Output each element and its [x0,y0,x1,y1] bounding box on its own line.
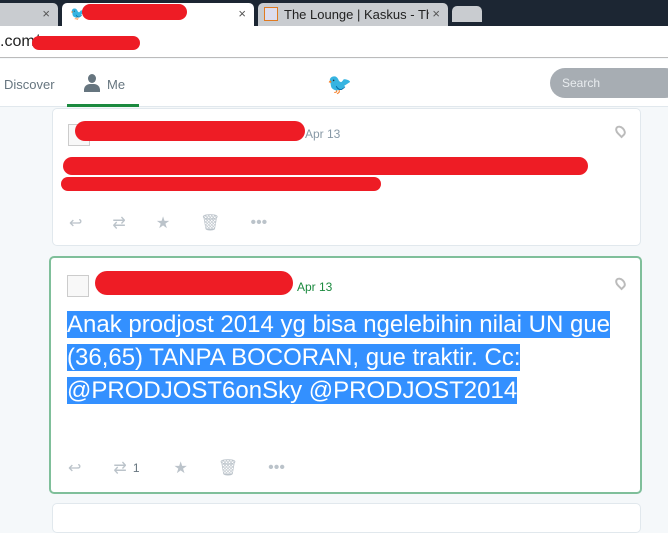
favorite-icon[interactable]: ★ [156,213,170,233]
delete-icon[interactable]: 🗑 [218,458,238,478]
reply-icon[interactable]: ↩ [69,213,82,233]
nav-me[interactable]: Me [67,59,139,107]
tweet-card[interactable] [52,503,641,533]
nav-discover[interactable]: Discover [4,77,55,92]
more-icon[interactable]: ••• [268,459,285,477]
browser-tab-twitter[interactable]: 🐦 S × [62,3,254,26]
browser-tab[interactable]: × [0,3,58,26]
tab-title: The Lounge | Kaskus - The [284,7,441,22]
tweet-actions: ↩ ⇄ ★ 🗑 ••• [69,213,267,233]
location-pin-icon[interactable] [613,275,628,291]
close-tab-icon[interactable]: × [42,6,50,21]
tweet-card[interactable]: Apr 13 ↩ ⇄ ★ 🗑 ••• [52,108,641,246]
tweet-date[interactable]: Apr 13 [305,127,340,141]
retweet-icon[interactable]: ⇄ [112,213,125,233]
redaction [75,121,305,141]
redaction [63,157,588,175]
redaction [32,36,140,50]
close-tab-icon[interactable]: × [238,6,246,21]
browser-tab-kaskus[interactable]: The Lounge | Kaskus - The × [258,3,448,26]
new-tab-button[interactable] [452,6,482,22]
redaction [95,271,293,295]
redaction [61,177,381,191]
selected-text: Anak prodjost 2014 yg bisa ngelebihin ni… [67,311,611,404]
more-icon[interactable]: ••• [250,214,267,232]
address-bar[interactable]: .com/ [0,26,668,58]
kaskus-favicon-icon [264,7,278,21]
twitter-nav: Discover Me 🐦 Search [0,59,668,107]
twitter-logo-icon[interactable]: 🐦 [327,72,352,97]
tweet-card-selected[interactable]: Apr 13 Anak prodjost 2014 yg bisa ngeleb… [49,256,642,494]
location-pin-icon[interactable] [613,123,628,139]
search-input[interactable]: Search [550,68,668,98]
user-icon [84,74,100,92]
tweet-text: Anak prodjost 2014 yg bisa ngelebihin ni… [67,308,647,407]
delete-icon[interactable]: 🗑 [200,213,220,233]
reply-icon[interactable]: ↩ [68,458,81,478]
favorite-icon[interactable]: ★ [174,458,188,478]
retweet-icon[interactable]: ⇄ [113,458,126,478]
close-tab-icon[interactable]: × [429,6,440,21]
browser-tab-bar: × 🐦 S × The Lounge | Kaskus - The × [0,0,668,26]
retweet-count: 1 [132,461,140,475]
tweet-actions: ↩ ⇄ 1 ★ 🗑 ••• [68,458,285,478]
avatar[interactable] [67,275,89,297]
redaction [82,4,187,20]
tweet-date[interactable]: Apr 13 [297,280,332,294]
